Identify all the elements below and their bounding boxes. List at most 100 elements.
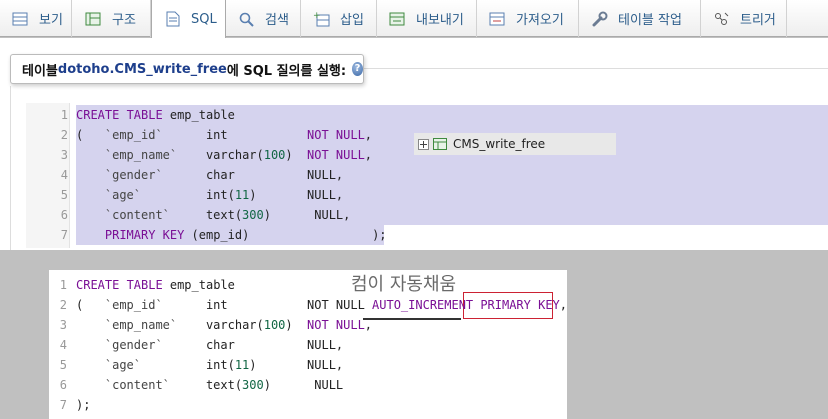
tab-export-label: 내보내기: [416, 13, 464, 28]
line-number: 1: [59, 278, 67, 292]
code-token: NOT NULL: [307, 298, 365, 312]
tooltip-label: CMS_write_free: [453, 137, 546, 151]
line-number: 5: [60, 188, 68, 202]
code-token: emp_table: [162, 278, 235, 292]
tab-search-label: 검색: [265, 13, 289, 28]
code-token: ,: [364, 148, 373, 162]
tab-import-label: 가져오기: [516, 13, 564, 28]
code-token: ,: [343, 208, 351, 222]
code-token: ,: [335, 188, 344, 202]
code-token: 11: [234, 188, 250, 202]
tab-triggers[interactable]: 트리거: [701, 0, 787, 37]
code-token: (: [76, 298, 105, 312]
code-token: 11: [234, 358, 250, 372]
code-token: 300: [242, 208, 264, 222]
tab-browse[interactable]: 보기: [0, 0, 72, 37]
code-token: `emp_name`: [104, 148, 178, 162]
tab-insert-label: 삽입: [340, 13, 364, 28]
structure-icon: [85, 11, 102, 27]
code-token: ,: [335, 168, 344, 182]
tab-export[interactable]: 내보내기: [377, 0, 477, 37]
code-token: ,: [364, 318, 373, 332]
search-icon: [238, 11, 255, 27]
code-token: 100: [263, 318, 286, 332]
export-icon: [389, 11, 406, 27]
code-token: (emp_id): [184, 228, 250, 242]
sql-panel: 테이블 dotoho.CMS_write_free 에 SQL 질의를 실행: …: [0, 38, 828, 250]
code-line: 5 `age` int(11) NULL,: [49, 355, 567, 375]
tab-structure[interactable]: 구조: [73, 0, 151, 37]
code-token: int(: [205, 188, 235, 202]
code-token: char: [205, 338, 235, 352]
tab-bar: 보기 구조 SQL 검색 + 삽입 내보내기 가져오기 테이블 작업 트리거: [0, 0, 828, 38]
code-token: NULL: [307, 188, 336, 202]
caption-prefix: 테이블: [22, 63, 58, 79]
code-token: varchar(: [205, 318, 264, 332]
tab-sql[interactable]: SQL: [151, 0, 226, 38]
code-token: int: [205, 128, 228, 142]
code-token: ,: [559, 298, 567, 312]
code-token: );: [249, 228, 387, 242]
line-number: 3: [59, 318, 67, 332]
code-token: emp_table: [162, 108, 235, 122]
tab-sql-label: SQL: [191, 11, 217, 27]
code-token: `gender`: [104, 168, 163, 182]
code-token: NOT NULL: [307, 318, 365, 332]
tab-insert[interactable]: + 삽입: [301, 0, 377, 37]
sql-icon: [164, 11, 181, 27]
tab-search[interactable]: 검색: [226, 0, 301, 37]
code-token: ,: [364, 128, 373, 142]
expand-icon[interactable]: [418, 138, 429, 150]
tab-triggers-label: 트리거: [740, 13, 776, 28]
sql-editor[interactable]: 1 CREATE TABLE emp_table 2 ( `emp_id` int N…: [26, 103, 828, 248]
code-line: 1 CREATE TABLE emp_table: [26, 105, 826, 125]
code-token: ): [249, 188, 257, 202]
column-tooltip[interactable]: CMS_write_free: [414, 133, 616, 155]
code-token: CREATE TABLE: [76, 108, 163, 122]
browse-icon: [12, 11, 29, 27]
tab-browse-label: 보기: [39, 13, 63, 28]
code-token: `content`: [104, 208, 170, 222]
code-token: int(: [205, 358, 235, 372]
tab-import[interactable]: 가져오기: [477, 0, 579, 37]
line-number: 2: [59, 298, 67, 312]
help-icon[interactable]: ?: [352, 62, 363, 76]
code-token: );: [76, 398, 91, 412]
code-token: `gender`: [104, 338, 163, 352]
line-number: 3: [60, 148, 68, 162]
code-token: text(: [205, 378, 243, 392]
code-token: PRIMARY KEY: [480, 298, 560, 312]
wrench-icon: [591, 11, 608, 27]
code-token: NULL: [307, 168, 336, 182]
code-line: 7);: [49, 395, 567, 415]
line-number: 6: [60, 208, 68, 222]
code-line: 7 PRIMARY KEY (emp_id) );: [26, 225, 826, 245]
line-number: 6: [59, 378, 67, 392]
code-token: varchar(: [205, 148, 264, 162]
tab-operations[interactable]: 테이블 작업: [579, 0, 701, 37]
code-token: NULL: [307, 338, 336, 352]
table-icon: [433, 138, 447, 150]
code-token: `emp_name`: [104, 318, 178, 332]
caption-table-name[interactable]: dotoho.CMS_write_free: [58, 62, 227, 77]
